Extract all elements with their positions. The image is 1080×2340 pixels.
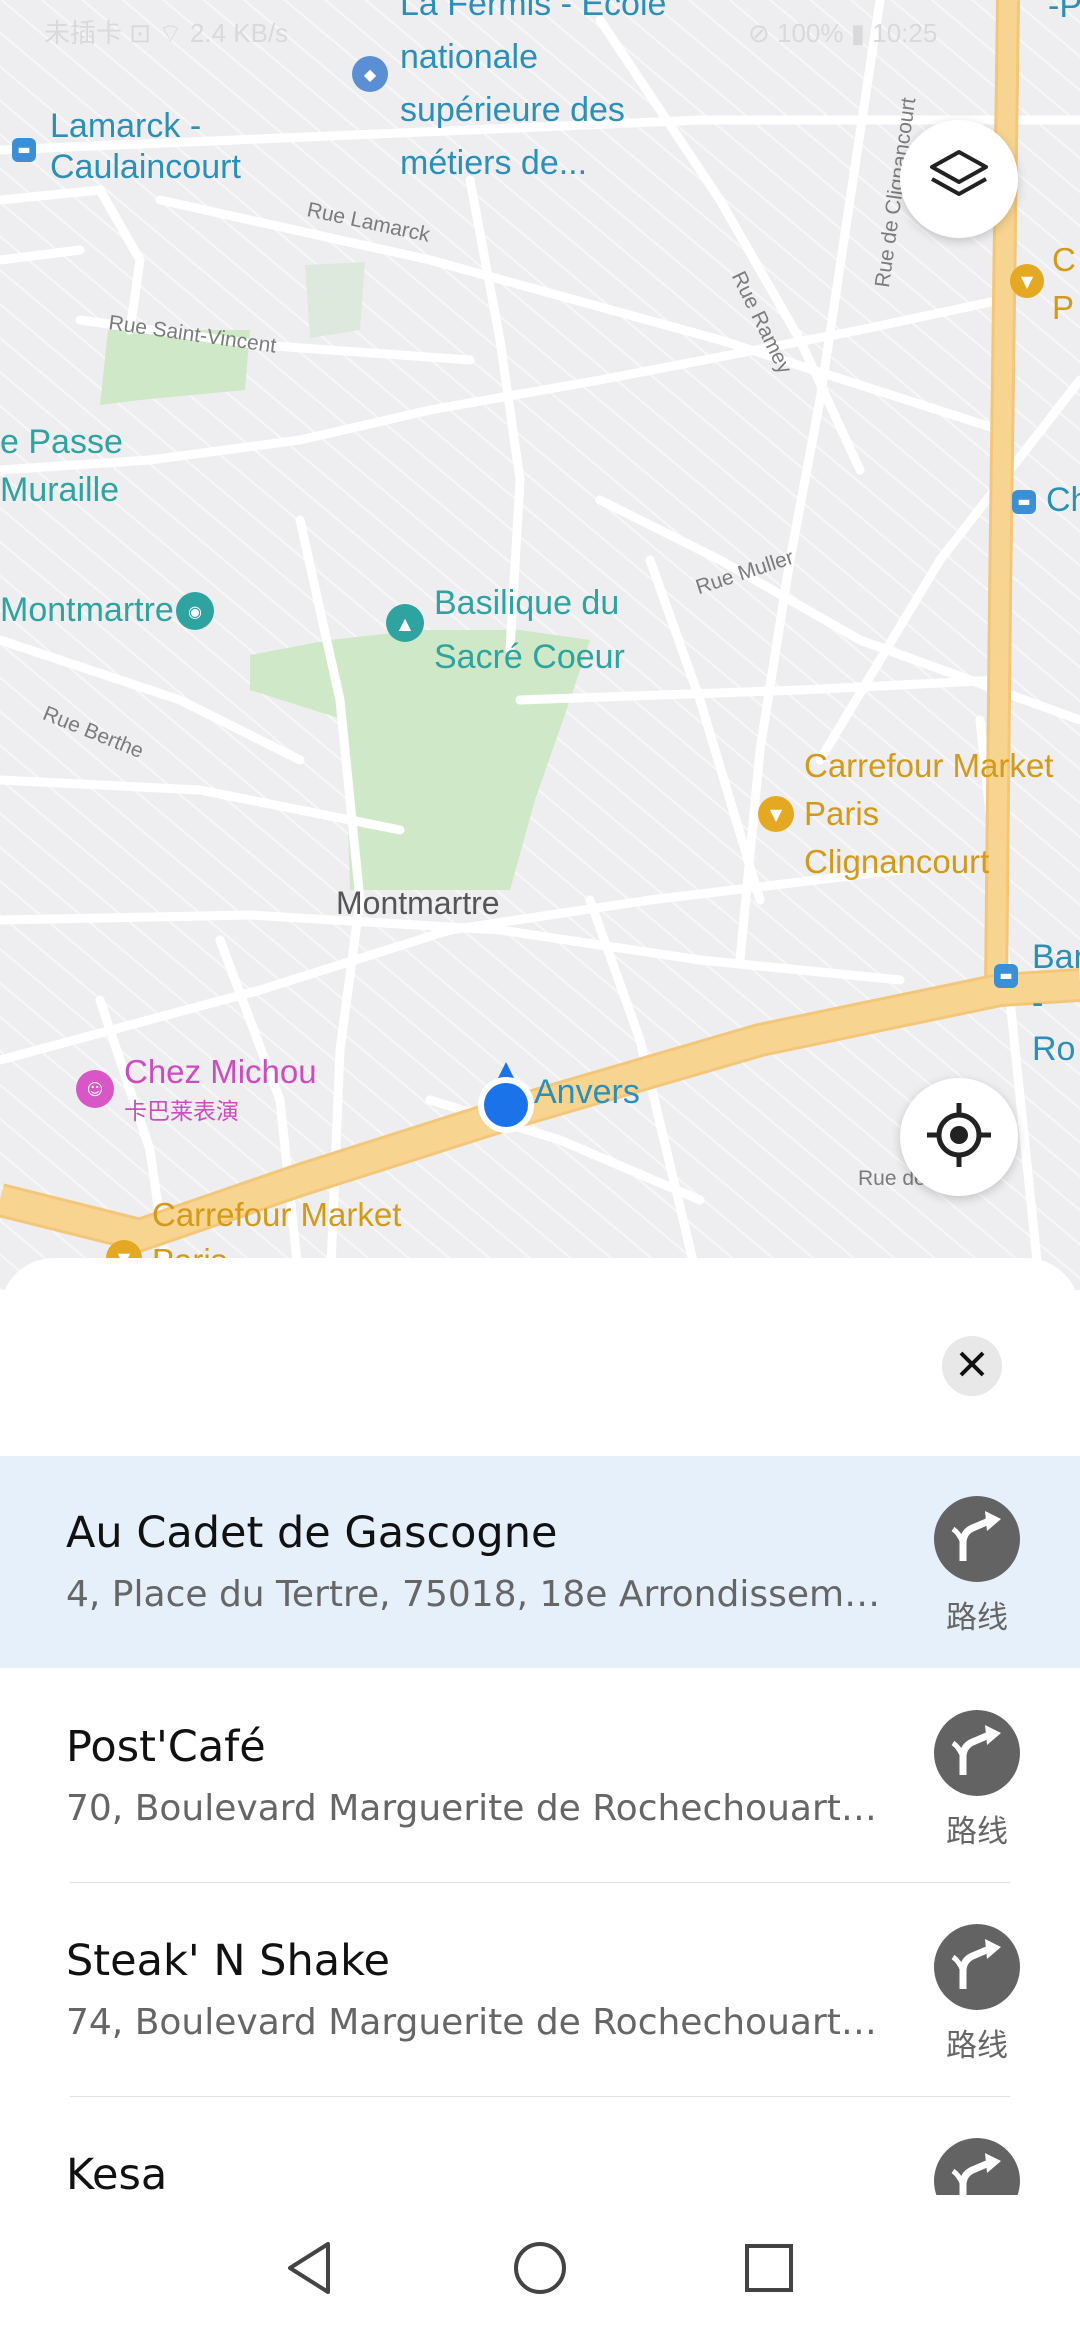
route-label[interactable]: 路线	[934, 2020, 1020, 2065]
result-row[interactable]: Steak' N Shake 74, Boulevard Marguerite …	[0, 1884, 1080, 2096]
place-label[interactable]: Chez Michou	[124, 1052, 317, 1092]
route-label[interactable]: 路线	[934, 1592, 1020, 1637]
home-button[interactable]	[505, 2235, 575, 2305]
place-label[interactable]: C P	[1052, 236, 1076, 332]
result-name: Au Cadet de Gascogne	[66, 1508, 558, 1558]
my-location-icon	[924, 1100, 994, 1174]
place-label[interactable]: Montmartre	[0, 590, 174, 631]
result-address: 4, Place du Tertre, 75018, 18e Arrondiss…	[66, 1574, 888, 1615]
place-label[interactable]: Carrefour Market Paris Clignancourt	[804, 742, 1053, 886]
my-location-button[interactable]	[900, 1078, 1018, 1196]
result-row[interactable]: Au Cadet de Gascogne 4, Place du Tertre,…	[0, 1456, 1080, 1668]
back-button[interactable]	[274, 2235, 344, 2305]
route-label[interactable]: 路线	[934, 1806, 1020, 1851]
close-icon	[957, 1349, 987, 1383]
place-sublabel: 卡巴莱表演	[124, 1098, 239, 1124]
result-row[interactable]: Post'Café 70, Boulevard Marguerite de Ro…	[0, 1670, 1080, 1882]
bus-stop-icon[interactable]: ▬	[994, 964, 1018, 988]
place-label[interactable]: Basilique du Sacré Coeur	[434, 576, 625, 684]
divider	[70, 2096, 1010, 2097]
back-icon	[284, 2240, 334, 2300]
map-view[interactable]: 未插卡 ⊡ ⌔ 2.4 KB/s ⊘ 100% ▮ 10:25 ▬ ◆ ◉ ▲ …	[0, 0, 1080, 1290]
result-address: 74, Boulevard Marguerite de Rochechouart…	[66, 2002, 888, 2043]
close-button[interactable]	[942, 1336, 1002, 1396]
divider	[70, 1882, 1010, 1883]
layers-button[interactable]	[900, 120, 1018, 238]
result-name: Steak' N Shake	[66, 1936, 390, 1986]
place-label[interactable]: -P	[1048, 0, 1080, 27]
bus-stop-icon[interactable]: ▬	[12, 138, 36, 162]
place-label[interactable]: Lamarck - Caulaincourt	[50, 106, 241, 188]
church-icon[interactable]: ▲	[386, 604, 424, 642]
results-sheet: Au Cadet de Gascogne 4, Place du Tertre,…	[0, 1258, 1080, 2340]
theater-icon[interactable]: ☺	[76, 1070, 114, 1108]
camera-icon[interactable]: ◉	[176, 592, 214, 630]
place-label[interactable]: Anvers	[534, 1072, 640, 1113]
result-address: 70, Boulevard Marguerite de Rochechouart…	[66, 1788, 888, 1829]
route-button[interactable]	[934, 1924, 1020, 2010]
route-icon	[949, 1937, 1005, 1997]
route-icon	[949, 1509, 1005, 1569]
place-label[interactable]: La Fermis - École nationale supérieure d…	[400, 0, 666, 190]
route-button[interactable]	[934, 1710, 1020, 1796]
user-location-icon	[476, 1062, 536, 1146]
result-name: Kesa	[66, 2150, 168, 2200]
layers-icon	[928, 148, 990, 210]
place-label[interactable]: Bar -Ro	[1032, 934, 1080, 1072]
bus-stop-icon[interactable]: ▬	[1012, 490, 1036, 514]
status-right: ⊘ 100% ▮ 10:25	[748, 18, 938, 48]
place-label[interactable]: e Passe Muraille	[0, 418, 123, 514]
status-left: 未插卡 ⊡ ⌔ 2.4 KB/s	[44, 18, 289, 48]
system-nav-bar	[0, 2195, 1080, 2340]
home-icon	[512, 2240, 568, 2300]
route-icon	[949, 1723, 1005, 1783]
recents-button[interactable]	[734, 2235, 804, 2305]
neighborhood-label: Montmartre	[336, 885, 500, 921]
result-name: Post'Café	[66, 1722, 266, 1772]
place-label[interactable]: Ch	[1046, 480, 1080, 521]
shopping-cart-icon[interactable]: ▼	[1010, 264, 1044, 298]
recents-icon	[743, 2242, 795, 2298]
school-icon[interactable]: ◆	[352, 56, 388, 92]
route-button[interactable]	[934, 1496, 1020, 1582]
shopping-cart-icon[interactable]: ▼	[758, 796, 794, 832]
